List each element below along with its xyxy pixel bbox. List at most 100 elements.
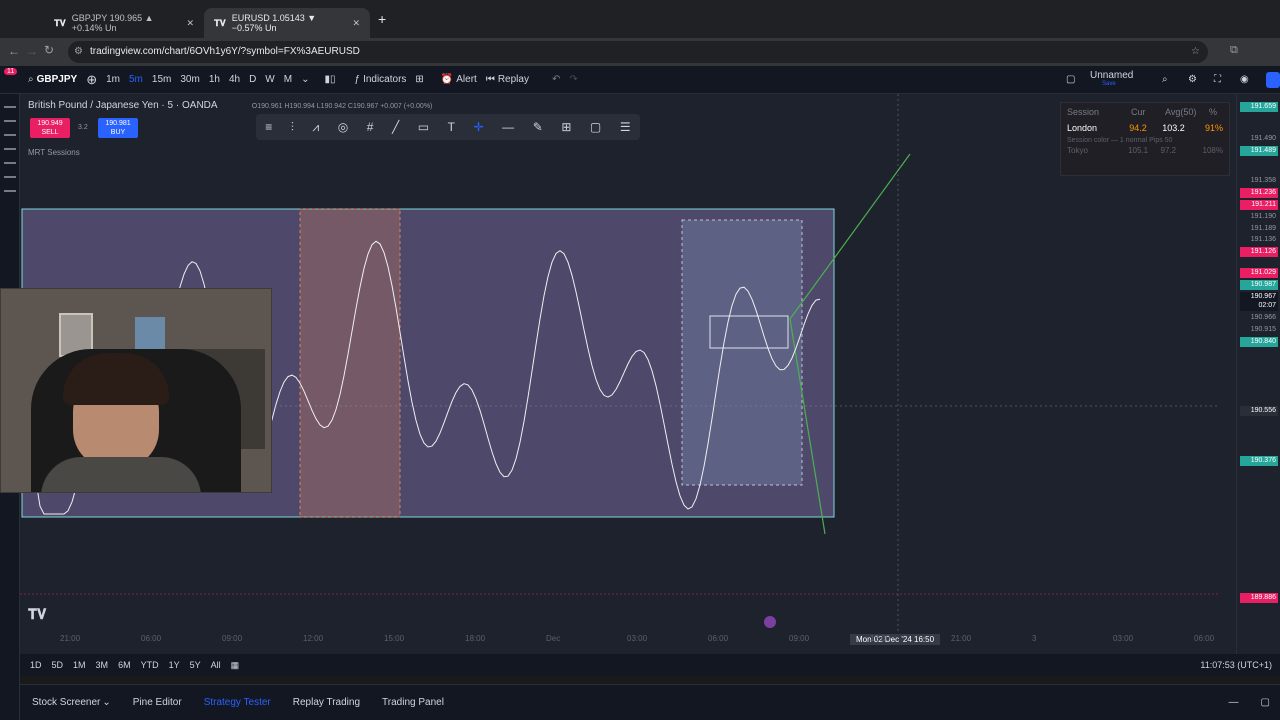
floating-drawing-toolbar: ≡ ⫶ ⩘ ◎ # ╱ ▭ T ✛ — ✎ ⊞ ▢ ☰ — [256, 114, 640, 140]
tab-strategy-tester[interactable]: Strategy Tester — [204, 697, 271, 708]
camera-icon[interactable]: ◉ — [1240, 74, 1249, 85]
sell-label: SELL — [41, 129, 59, 136]
cursor-icon[interactable] — [4, 106, 16, 108]
col-avg: Avg(50) — [1165, 107, 1197, 117]
more-icon[interactable]: ☰ — [620, 120, 631, 134]
tab-pine-editor[interactable]: Pine Editor — [133, 697, 182, 708]
indicator-label[interactable]: MRT Sessions — [28, 148, 80, 157]
interval-1h[interactable]: 1h — [209, 74, 220, 85]
interval-d[interactable]: D — [249, 74, 256, 85]
time-axis[interactable]: 21:00 06:00 09:00 12:00 15:00 18:00 Dec 03:00 06… — [20, 634, 1220, 648]
grid-icon[interactable]: # — [367, 120, 374, 134]
comment-icon[interactable]: ▢ — [590, 120, 601, 134]
range-1y[interactable]: 1Y — [169, 660, 180, 670]
calendar-icon[interactable]: ▦ — [231, 660, 240, 671]
layout-icon[interactable]: ▢ — [1066, 74, 1075, 85]
indicators-button[interactable]: Indicators — [363, 74, 406, 85]
forward-icon[interactable]: → — [26, 44, 38, 58]
layout-name[interactable]: Unnamed — [1090, 70, 1133, 81]
new-tab-icon[interactable]: + — [378, 11, 386, 27]
tab-trading-panel[interactable]: Trading Panel — [382, 697, 444, 708]
search-icon[interactable]: ⌕ — [28, 74, 34, 85]
settings-icon[interactable]: ⚙ — [1188, 74, 1197, 85]
clock-display[interactable]: 11:07:53 (UTC+1) — [1200, 660, 1272, 670]
chart-type-icon[interactable]: ▮▯ — [324, 74, 335, 85]
col-cur: Cur — [1131, 107, 1146, 117]
ray-icon[interactable]: ╱ — [392, 120, 399, 134]
interval-w[interactable]: W — [265, 74, 274, 85]
bookmark-icon[interactable]: ☆ — [1191, 41, 1200, 63]
symbol-title[interactable]: British Pound / Japanese Yen · 5 · OANDA — [28, 100, 217, 111]
redo-icon[interactable]: ↷ — [569, 74, 577, 85]
tab-eurusd[interactable]: 𝐓𝐕 EURUSD 1.05143 ▼ −0.57% Un ✕ — [204, 8, 370, 38]
close-icon[interactable]: ✕ — [186, 18, 194, 29]
url-field[interactable]: ⚙ tradingview.com/chart/6OVh1y6Y/?symbol… — [68, 41, 1208, 63]
maximize-icon[interactable]: ▢ — [1261, 697, 1270, 708]
webcam-overlay — [0, 288, 272, 493]
date-range-bar: 1D 5D 1M 3M 6M YTD 1Y 5Y All ▦ 11:07:53 … — [20, 654, 1280, 676]
symbol-search[interactable]: GBPJPY — [37, 74, 78, 85]
notification-badge[interactable]: 11 — [4, 68, 18, 75]
text-icon[interactable] — [4, 176, 16, 178]
price-axis[interactable]: 191.659 191.490 191.489 191.358 191.236 191.2… — [1236, 94, 1280, 654]
tab-gbpjpy[interactable]: 𝐓𝐕 GBPJPY 190.965 ▲ +0.14% Un ✕ — [44, 8, 204, 38]
publish-button[interactable] — [1266, 72, 1280, 88]
measure-icon[interactable] — [4, 190, 16, 192]
tradingview-icon: 𝐓𝐕 — [54, 17, 66, 28]
tab-label: EURUSD 1.05143 ▼ −0.57% Un — [231, 13, 317, 33]
price-label: 191.236 — [1240, 188, 1278, 198]
channel-icon[interactable]: ⫶ — [291, 120, 294, 135]
range-all[interactable]: All — [211, 660, 221, 670]
goto-realtime-icon[interactable] — [764, 616, 776, 628]
lines-icon[interactable]: ≡ — [265, 120, 272, 134]
interval-15m[interactable]: 15m — [152, 74, 171, 85]
measure-icon[interactable]: ⊞ — [561, 120, 571, 134]
brush-icon[interactable]: ✎ — [533, 120, 543, 134]
pattern-icon[interactable] — [4, 148, 16, 150]
trendline-icon[interactable] — [4, 120, 16, 122]
templates-icon[interactable]: ⊞ — [415, 74, 423, 85]
interval-1m[interactable]: 1m — [106, 74, 120, 85]
tab-stock-screener[interactable]: Stock Screener — [32, 697, 100, 708]
range-6m[interactable]: 6M — [118, 660, 131, 670]
reload-icon[interactable]: ↻ — [44, 43, 54, 57]
horizontal-line-icon[interactable]: — — [502, 120, 514, 134]
alert-button[interactable]: Alert — [456, 74, 477, 85]
row-name: Tokyo — [1067, 146, 1088, 155]
rectangle-icon[interactable]: ▭ — [418, 120, 429, 134]
crosshair-icon[interactable]: ✛ — [474, 120, 484, 134]
path-icon[interactable]: ⩘ — [312, 120, 319, 135]
close-icon[interactable]: ✕ — [352, 18, 360, 29]
brush-icon[interactable] — [4, 162, 16, 164]
range-1m[interactable]: 1M — [73, 660, 86, 670]
interval-4h[interactable]: 4h — [229, 74, 240, 85]
extensions-icon[interactable]: ⧉ — [1230, 44, 1238, 57]
buy-button[interactable]: 190.981 BUY — [98, 118, 138, 138]
replay-button[interactable]: Replay — [498, 74, 529, 85]
site-info-icon[interactable]: ⚙ — [74, 41, 83, 63]
text-tool-icon[interactable]: T — [448, 120, 455, 134]
chevron-down-icon[interactable]: ⌄ — [301, 74, 309, 85]
range-3m[interactable]: 3M — [96, 660, 109, 670]
sell-button[interactable]: 190.949 SELL — [30, 118, 70, 138]
range-5y[interactable]: 5Y — [190, 660, 201, 670]
tab-replay-trading[interactable]: Replay Trading — [293, 697, 360, 708]
interval-30m[interactable]: 30m — [180, 74, 199, 85]
url-text: tradingview.com/chart/6OVh1y6Y/?symbol=F… — [90, 46, 360, 57]
compare-icon[interactable]: ⊕ — [86, 72, 97, 88]
minimize-icon[interactable]: — — [1229, 697, 1239, 708]
zoom-icon[interactable]: ⌕ — [1162, 74, 1168, 85]
undo-icon[interactable]: ↶ — [552, 74, 560, 85]
fib-icon[interactable] — [4, 134, 16, 136]
chevron-down-icon[interactable]: ⌄ — [102, 697, 110, 708]
interval-m[interactable]: M — [284, 74, 292, 85]
fullscreen-icon[interactable]: ⛶ — [1214, 74, 1221, 85]
london-session-box[interactable] — [681, 219, 803, 486]
back-icon[interactable]: ← — [8, 44, 20, 58]
range-5d[interactable]: 5D — [52, 660, 64, 670]
range-1d[interactable]: 1D — [30, 660, 42, 670]
circle-icon[interactable]: ◎ — [338, 120, 348, 134]
range-ytd[interactable]: YTD — [141, 660, 159, 670]
interval-5m[interactable]: 5m — [129, 74, 143, 85]
chart-toolbar: 11 ⌕ GBPJPY ⊕ 1m 5m 15m 30m 1h 4h D W M … — [0, 66, 1280, 94]
